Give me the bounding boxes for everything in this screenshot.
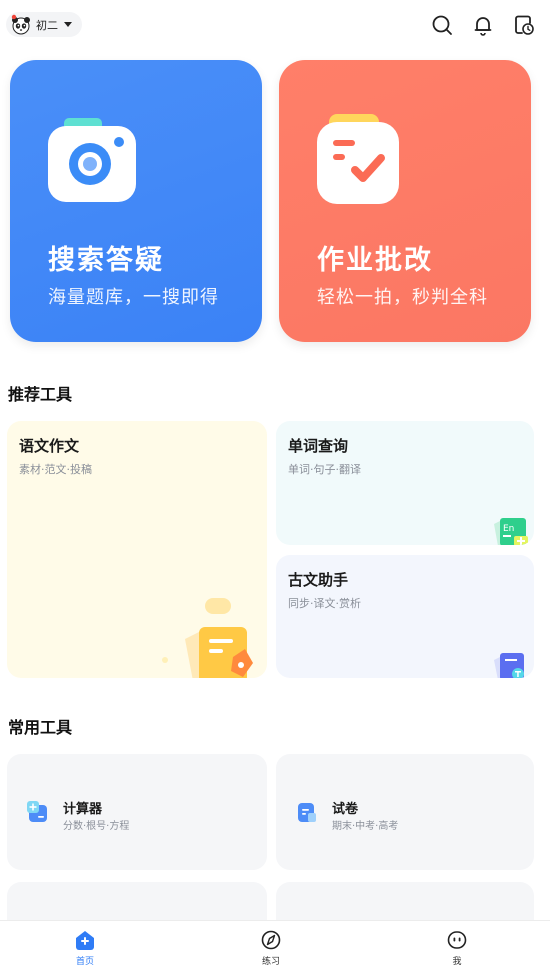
camera-icon [48,118,136,202]
chinese-essay-card[interactable]: 语文作文 素材·范文·投稿 [7,421,267,678]
tool-desc: 素材·范文·投稿 [19,463,92,476]
history-icon[interactable] [513,14,535,36]
tool-name: 计算器 [63,802,103,817]
tool-name: 单词查询 [288,437,349,455]
svg-text:En: En [503,524,514,534]
calculator-card[interactable]: 计算器 分数·根号·方程 [7,754,267,870]
bell-icon[interactable] [472,14,494,36]
tool-name: 语文作文 [19,437,80,455]
nav-me[interactable]: 我 [427,929,487,967]
nav-label: 首页 [75,957,94,967]
face-icon [447,931,467,949]
nav-practice[interactable]: 练习 [241,929,301,967]
homework-check-title: 作业批改 [317,245,433,276]
calculator-icon [27,801,47,822]
top-bar: 初二 [0,0,550,50]
home-icon [76,931,94,950]
tool-desc: 期末·中考·高考 [332,821,399,832]
search-icon[interactable] [431,14,453,36]
nav-home[interactable]: 首页 [55,929,115,967]
nav-label: 我 [452,957,462,967]
homework-check-card[interactable]: 作业批改 轻松一拍，秒判全科 [279,60,531,342]
tool-name: 古文助手 [288,571,349,589]
panda-avatar-icon [11,14,30,34]
tool-desc: 单词·句子·翻译 [288,463,361,476]
nav-label: 练习 [261,957,280,967]
compass-icon [261,930,281,950]
common-tools-title: 常用工具 [8,718,73,737]
exam-paper-card[interactable]: 试卷 期末·中考·高考 [276,754,534,870]
classical-chinese-card[interactable]: 古文助手 同步·译文·赏析 [276,555,534,678]
recommended-tools-title: 推荐工具 [8,385,73,404]
search-answer-card[interactable]: 搜索答疑 海量题库，一搜即得 [10,60,262,342]
essay-document-icon [162,598,253,678]
grade-selector[interactable]: 初二 [6,12,82,37]
dictionary-icon: En [494,518,528,545]
tool-name: 试卷 [332,802,359,817]
search-answer-subtitle: 海量题库，一搜即得 [48,287,219,308]
grade-label: 初二 [36,18,58,32]
classical-book-icon [494,653,524,678]
tool-desc: 同步·译文·赏析 [288,597,361,610]
homework-check-subtitle: 轻松一拍，秒判全科 [317,287,488,308]
caret-down-icon [64,22,72,27]
search-answer-title: 搜索答疑 [48,245,164,276]
paper-icon [298,803,316,822]
bottom-nav: 首页 练习 我 [0,920,550,967]
clipboard-check-icon [317,114,399,204]
tool-desc: 分数·根号·方程 [63,821,130,832]
word-lookup-card[interactable]: 单词查询 单词·句子·翻译 En [276,421,534,545]
